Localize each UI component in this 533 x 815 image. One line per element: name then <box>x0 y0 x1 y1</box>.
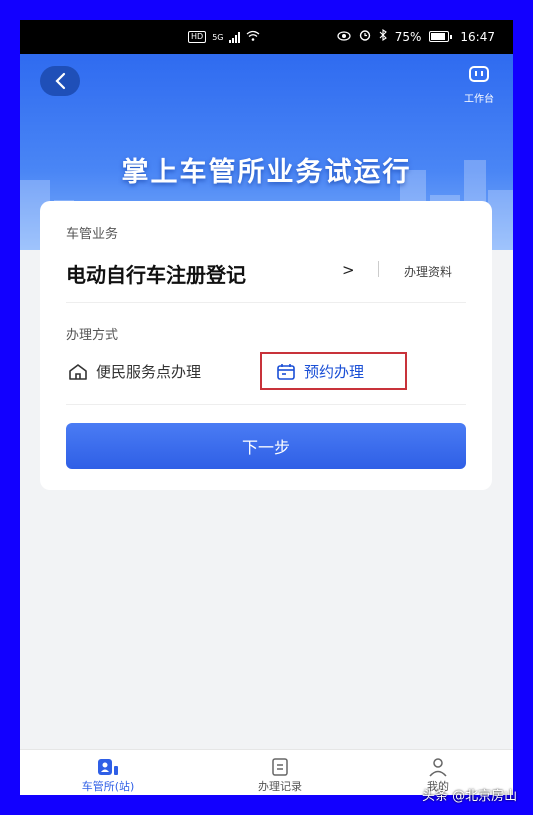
home-icon <box>69 363 87 380</box>
status-bar: HD 5G 75% 16:47 <box>20 20 513 54</box>
status-left: HD 5G <box>188 30 260 44</box>
method-service-point[interactable]: 便民服务点办理 <box>68 361 201 382</box>
next-step-button[interactable]: 下一步 <box>66 423 466 469</box>
service-card: 车管业务 电动自行车注册登记 > 办理资料 办理方式 便民服务点办理 预约办理 … <box>40 201 492 490</box>
signal-icon <box>229 31 241 43</box>
clock: 16:47 <box>460 29 495 44</box>
divider <box>378 261 379 277</box>
divider <box>66 404 466 405</box>
bluetooth-icon <box>379 28 387 44</box>
battery-icon <box>429 31 453 42</box>
station-icon <box>98 759 118 775</box>
alarm-icon <box>359 29 371 44</box>
phone-screen: HD 5G 75% 16:47 工作台 掌上车管所业务试运行 车管业务 电动自行… <box>20 20 513 795</box>
workbench-button[interactable]: 工作台 <box>459 64 499 105</box>
chevron-left-icon <box>55 72 66 90</box>
eye-icon <box>337 30 351 44</box>
watermark: 头条 @北京房山 <box>422 789 518 804</box>
method-label: 便民服务点办理 <box>96 363 202 381</box>
record-icon <box>272 758 288 776</box>
method-section-label: 办理方式 <box>66 328 119 343</box>
hd-badge: HD <box>188 31 207 43</box>
tab-label: 车管所(站) <box>81 780 135 793</box>
banner-title: 掌上车管所业务试运行 <box>121 157 412 188</box>
battery-percent: 75% <box>394 29 422 44</box>
wifi-icon <box>246 30 260 44</box>
service-chevron[interactable]: > <box>342 261 355 279</box>
workbench-label: 工作台 <box>464 94 494 105</box>
business-section-label: 车管业务 <box>66 227 119 242</box>
tab-records[interactable]: 办理记录 <box>230 756 330 794</box>
network-label: 5G <box>212 32 224 42</box>
materials-link[interactable]: 办理资料 <box>404 263 452 280</box>
divider <box>66 302 466 303</box>
service-name[interactable]: 电动自行车注册登记 <box>66 259 246 288</box>
user-icon <box>429 758 447 777</box>
status-right: 75% 16:47 <box>337 28 495 44</box>
highlight-box <box>260 352 407 390</box>
robot-icon <box>469 66 489 82</box>
back-button[interactable] <box>40 66 80 96</box>
tab-label: 办理记录 <box>258 780 302 793</box>
tab-station[interactable]: 车管所(站) <box>58 756 158 794</box>
